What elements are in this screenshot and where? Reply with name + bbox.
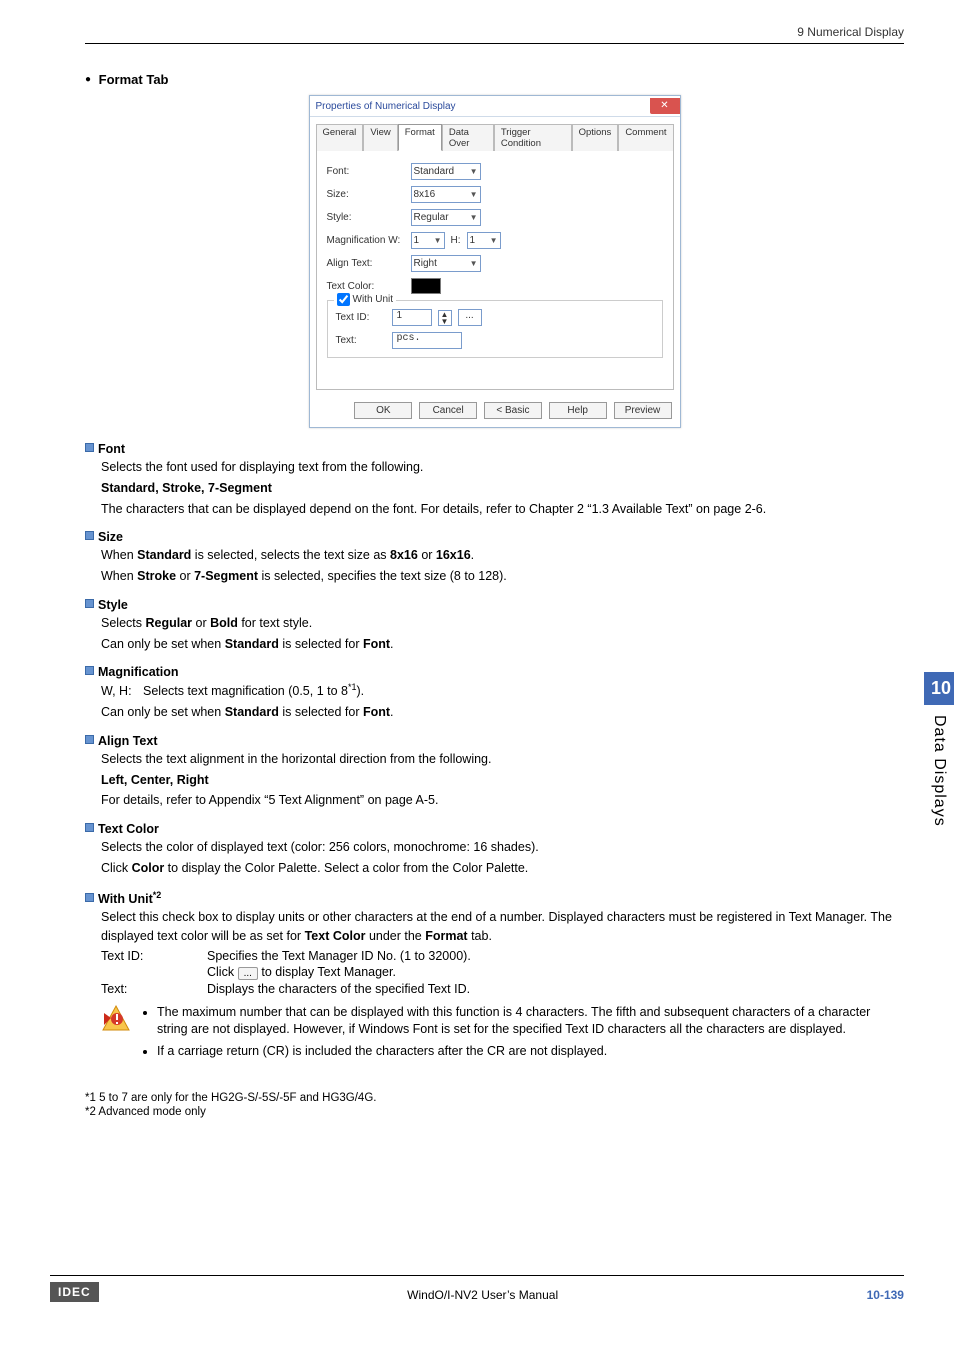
chevron-down-icon: ▼	[434, 236, 442, 245]
textid-val: Specifies the Text Manager ID No. (1 to …	[207, 949, 471, 963]
chevron-down-icon: ▼	[470, 213, 478, 222]
box-icon	[85, 666, 94, 675]
item-size-line1: When Standard is selected, selects the t…	[101, 546, 904, 565]
section-title: ● Format Tab	[85, 72, 904, 87]
footnote-1: *1 5 to 7 are only for the HG2G-S/-5S/-5…	[85, 1092, 904, 1104]
item-font-options: Standard, Stroke, 7-Segment	[101, 479, 904, 498]
header-breadcrumb: 9 Numerical Display	[85, 25, 904, 44]
item-font-title: Font	[85, 442, 904, 456]
item-unit-line1: Select this check box to display units o…	[101, 908, 904, 946]
chapter-side-tab: 10 Data Displays	[924, 672, 954, 837]
box-icon	[85, 443, 94, 452]
ok-button[interactable]: OK	[354, 402, 412, 419]
textid-spinner[interactable]: ▲▼	[438, 310, 452, 326]
with-unit-label: With Unit	[353, 294, 394, 305]
chevron-down-icon: ▼	[470, 190, 478, 199]
size-select[interactable]: 8x16▼	[411, 186, 481, 203]
preview-button[interactable]: Preview	[614, 402, 672, 419]
chevron-down-icon: ▼	[490, 236, 498, 245]
align-label: Align Text:	[327, 258, 405, 269]
tab-options[interactable]: Options	[572, 124, 619, 151]
magnification-label: Magnification W:	[327, 235, 405, 246]
style-label: Style:	[327, 212, 405, 223]
tab-view[interactable]: View	[363, 124, 397, 151]
basic-button[interactable]: < Basic	[484, 402, 542, 419]
dialog-title: Properties of Numerical Display	[316, 101, 456, 112]
ellipsis-button-icon: ...	[238, 967, 258, 980]
cancel-button[interactable]: Cancel	[419, 402, 477, 419]
with-unit-checkbox[interactable]	[337, 293, 350, 306]
tab-data-over[interactable]: Data Over	[442, 124, 494, 151]
mag-w-select[interactable]: 1▼	[411, 232, 445, 249]
item-style-title: Style	[85, 598, 904, 612]
dialog-screenshot: Properties of Numerical Display ✕ Genera…	[85, 95, 904, 428]
help-button[interactable]: Help	[549, 402, 607, 419]
box-icon	[85, 823, 94, 832]
text-readonly: pcs.	[392, 332, 462, 349]
item-font-line2: The characters that can be displayed dep…	[101, 500, 904, 519]
box-icon	[85, 599, 94, 608]
style-select[interactable]: Regular▼	[411, 209, 481, 226]
box-icon	[85, 735, 94, 744]
text-key: Text:	[101, 982, 207, 996]
item-color-line2: Click Color to display the Color Palette…	[101, 859, 904, 878]
item-font-line1: Selects the font used for displaying tex…	[101, 458, 904, 477]
item-align-title: Align Text	[85, 734, 904, 748]
tab-format[interactable]: Format	[398, 124, 442, 151]
item-align-options: Left, Center, Right	[101, 771, 904, 790]
textid-input[interactable]: 1	[392, 309, 432, 326]
footnote-2: *2 Advanced mode only	[85, 1106, 904, 1118]
mag-h-label: H:	[451, 235, 461, 246]
item-mag-line1: W, H:Selects text magnification (0.5, 1 …	[101, 681, 904, 701]
text-color-swatch[interactable]	[411, 278, 441, 294]
tab-trigger-condition[interactable]: Trigger Condition	[494, 124, 572, 151]
footer-center: WindO/I-NV2 User’s Manual	[407, 1288, 558, 1302]
chevron-down-icon: ▼	[470, 167, 478, 176]
item-color-line1: Selects the color of displayed text (col…	[101, 838, 904, 857]
note-1: The maximum number that can be displayed…	[157, 1004, 904, 1039]
text-color-label: Text Color:	[327, 281, 405, 292]
textid-key: Text ID:	[101, 949, 207, 963]
textid-val2: Click ... to display Text Manager.	[207, 965, 396, 979]
textid-browse-button[interactable]: ...	[458, 309, 482, 326]
footer-page: 10-139	[867, 1288, 904, 1302]
item-align-line2: For details, refer to Appendix “5 Text A…	[101, 791, 904, 810]
footer-logo: IDEC	[50, 1282, 99, 1302]
box-icon	[85, 893, 94, 902]
align-select[interactable]: Right▼	[411, 255, 481, 272]
item-style-line2: Can only be set when Standard is selecte…	[101, 635, 904, 654]
bullet-icon: ●	[85, 74, 91, 85]
box-icon	[85, 531, 94, 540]
font-select[interactable]: Standard▼	[411, 163, 481, 180]
item-mag-line2: Can only be set when Standard is selecte…	[101, 703, 904, 722]
with-unit-group: With Unit Text ID: 1 ▲▼ ... Text: pcs.	[327, 300, 663, 358]
tab-comment[interactable]: Comment	[618, 124, 673, 151]
item-color-title: Text Color	[85, 822, 904, 836]
tab-general[interactable]: General	[316, 124, 364, 151]
text-label: Text:	[336, 335, 386, 346]
item-size-line2: When Stroke or 7-Segment is selected, sp…	[101, 567, 904, 586]
item-align-line1: Selects the text alignment in the horizo…	[101, 750, 904, 769]
chapter-number: 10	[924, 672, 954, 705]
font-label: Font:	[327, 166, 405, 177]
text-val: Displays the characters of the specified…	[207, 982, 470, 996]
item-mag-title: Magnification	[85, 665, 904, 679]
chapter-title: Data Displays	[924, 705, 954, 837]
item-size-title: Size	[85, 530, 904, 544]
textid-label: Text ID:	[336, 312, 386, 323]
caution-icon	[101, 1004, 131, 1034]
size-label: Size:	[327, 189, 405, 200]
item-style-line1: Selects Regular or Bold for text style.	[101, 614, 904, 633]
chevron-down-icon: ▼	[470, 259, 478, 268]
note-2: If a carriage return (CR) is included th…	[157, 1043, 904, 1061]
mag-h-select[interactable]: 1▼	[467, 232, 501, 249]
item-unit-title: With Unit*2	[85, 890, 904, 906]
close-icon[interactable]: ✕	[650, 98, 680, 114]
